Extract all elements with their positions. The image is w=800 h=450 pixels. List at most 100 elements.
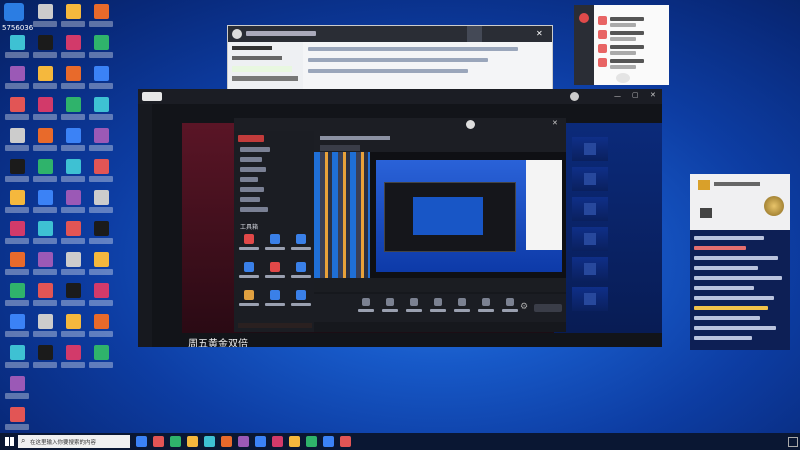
live-room-panel[interactable]: [690, 174, 790, 350]
desktop-icon[interactable]: [2, 35, 32, 66]
desktop-icon[interactable]: [86, 4, 116, 35]
taskbar-app-icon[interactable]: [306, 436, 317, 447]
menu-item[interactable]: [240, 197, 260, 202]
desktop-icon[interactable]: [30, 66, 60, 97]
sidebar-item[interactable]: [232, 76, 298, 81]
toolbar-button[interactable]: [404, 298, 424, 322]
maximize-icon[interactable]: ▢: [632, 91, 639, 99]
close-icon[interactable]: ✕: [650, 91, 656, 99]
desktop-icon[interactable]: [30, 97, 60, 128]
live-tool-window[interactable]: ✕ 工具箱 ⚙: [234, 118, 566, 332]
desktop-icon[interactable]: [2, 221, 32, 252]
avatar[interactable]: [570, 92, 579, 101]
desktop-icon[interactable]: [86, 345, 116, 376]
toolbar-button[interactable]: [356, 298, 376, 322]
tool-button[interactable]: [262, 290, 288, 314]
taskbar-app-icon[interactable]: [221, 436, 232, 447]
sidebar-item[interactable]: [232, 56, 282, 60]
desktop-icon[interactable]: [86, 283, 116, 314]
sidebar-item[interactable]: [232, 66, 292, 72]
tool-button[interactable]: [262, 234, 288, 258]
toolbar-button[interactable]: [500, 298, 520, 322]
desktop-icon[interactable]: [58, 314, 88, 345]
close-icon[interactable]: ✕: [552, 119, 558, 127]
desktop-icon[interactable]: [2, 283, 32, 314]
menu-item[interactable]: [240, 147, 270, 152]
contact-row[interactable]: [598, 57, 665, 69]
app-logo-icon[interactable]: [4, 3, 24, 21]
group-chat-titlebar[interactable]: ✕: [228, 26, 552, 42]
taskbar-app-icon[interactable]: [136, 436, 147, 447]
taskbar-app-icon[interactable]: [238, 436, 249, 447]
toolbar-button[interactable]: [380, 298, 400, 322]
desktop-icon[interactable]: [58, 190, 88, 221]
desktop-icon[interactable]: [58, 66, 88, 97]
menu-item[interactable]: [240, 177, 258, 182]
tool-button[interactable]: [262, 262, 288, 286]
live-tool-titlebar[interactable]: ✕: [234, 118, 566, 131]
desktop-icon[interactable]: [2, 66, 32, 97]
taskbar-app-icon[interactable]: [340, 436, 351, 447]
taskbar-app-icon[interactable]: [153, 436, 164, 447]
desktop-icon[interactable]: [86, 97, 116, 128]
desktop-icon[interactable]: [86, 35, 116, 66]
desktop-icon[interactable]: [86, 159, 116, 190]
group-chat-window[interactable]: ✕: [227, 25, 553, 91]
desktop-icon[interactable]: [2, 345, 32, 376]
desktop-icon[interactable]: [86, 314, 116, 345]
menu-tab-active[interactable]: [238, 135, 264, 142]
start-icon[interactable]: [5, 437, 14, 446]
contact-row[interactable]: [598, 43, 665, 55]
desktop-icon[interactable]: [30, 4, 60, 35]
desktop-icon[interactable]: [30, 159, 60, 190]
minimize-icon[interactable]: —: [614, 92, 621, 100]
desktop-icon[interactable]: [30, 345, 60, 376]
tool-button[interactable]: [236, 290, 262, 314]
desktop-icon[interactable]: [58, 345, 88, 376]
desktop-icon[interactable]: [58, 97, 88, 128]
contacts-window[interactable]: [574, 5, 669, 85]
notification-icon[interactable]: [788, 437, 798, 447]
scene-tab[interactable]: [320, 145, 360, 151]
avatar[interactable]: [579, 13, 589, 23]
desktop-icon[interactable]: [58, 128, 88, 159]
close-icon[interactable]: ✕: [536, 29, 546, 39]
menu-item[interactable]: [240, 187, 264, 192]
desktop-icon[interactable]: [30, 221, 60, 252]
menu-item[interactable]: [240, 207, 268, 212]
desktop-icon[interactable]: [30, 283, 60, 314]
taskbar-app-icon[interactable]: [272, 436, 283, 447]
tool-button[interactable]: [236, 234, 262, 258]
desktop-icon[interactable]: [58, 221, 88, 252]
taskbar-app-icon[interactable]: [323, 436, 334, 447]
desktop-icon[interactable]: [2, 252, 32, 283]
desktop-icon[interactable]: [58, 159, 88, 190]
taskbar-app-icon[interactable]: [187, 436, 198, 447]
taskbar-app-icon[interactable]: [255, 436, 266, 447]
contact-row[interactable]: [598, 29, 665, 41]
desktop-icon[interactable]: [30, 128, 60, 159]
desktop-icon[interactable]: [86, 66, 116, 97]
toolbar-button[interactable]: [476, 298, 496, 322]
taskbar-search[interactable]: ⌕ 在这里输入你要搜索的内容: [18, 435, 130, 448]
desktop-icon[interactable]: [86, 190, 116, 221]
desktop-icon[interactable]: [2, 128, 32, 159]
desktop-icon[interactable]: [2, 159, 32, 190]
desktop-icon[interactable]: [86, 221, 116, 252]
desktop-icon[interactable]: [58, 4, 88, 35]
avatar[interactable]: [466, 120, 475, 129]
search-input[interactable]: 在这里输入你要搜索的内容: [30, 438, 96, 446]
menu-item[interactable]: [240, 157, 262, 162]
main-titlebar[interactable]: — ▢ ✕: [138, 89, 662, 104]
desktop-icon[interactable]: [30, 314, 60, 345]
desktop-icon[interactable]: [2, 376, 32, 407]
taskbar-app-icon[interactable]: [204, 436, 215, 447]
home-icon[interactable]: [467, 26, 482, 42]
tool-button[interactable]: [236, 262, 262, 286]
desktop-icon[interactable]: [30, 190, 60, 221]
desktop-icon[interactable]: [86, 252, 116, 283]
toolbar-button[interactable]: [452, 298, 472, 322]
desktop-icon[interactable]: [58, 252, 88, 283]
go-live-button[interactable]: [534, 304, 562, 312]
contact-row[interactable]: [598, 15, 665, 27]
